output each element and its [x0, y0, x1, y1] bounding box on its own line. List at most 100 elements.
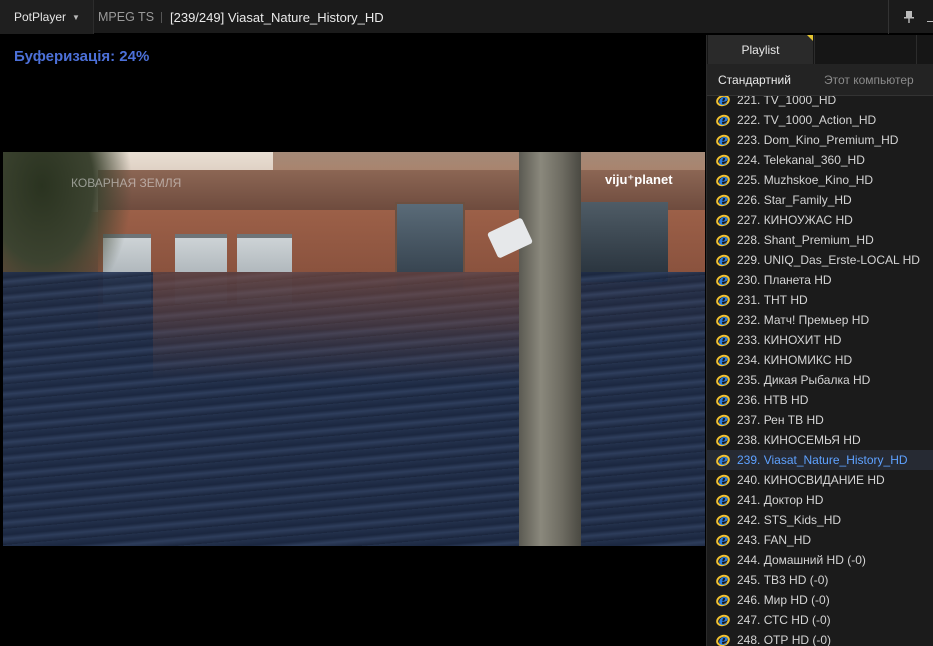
playlist-item[interactable]: e 248. ОТР HD (-0): [707, 630, 933, 646]
app-name: PotPlayer: [14, 10, 67, 24]
subtab-standard[interactable]: Стандартний: [718, 64, 791, 96]
internet-explorer-icon: e: [714, 192, 732, 209]
format-label: MPEG TS: [98, 10, 155, 24]
video-utility-pole: [519, 152, 581, 546]
video-water-reflection: [153, 272, 533, 382]
playlist-item[interactable]: e 221. TV_1000_HD: [707, 96, 933, 110]
playlist-item[interactable]: e 225. Muzhskoe_Kino_HD: [707, 170, 933, 190]
playlist-item[interactable]: e 227. КИНОУЖАС HD: [707, 210, 933, 230]
internet-explorer-icon: e: [714, 392, 732, 409]
playlist-item[interactable]: e 244. Домашний HD (-0): [707, 550, 933, 570]
playlist-item-label: 236. НТВ HD: [737, 393, 809, 407]
playlist-item-label: 243. FAN_HD: [737, 533, 812, 547]
playlist-item-label: 244. Домашний HD (-0): [737, 553, 866, 567]
internet-explorer-icon: e: [714, 632, 732, 646]
playlist-item[interactable]: e 237. Рен ТВ HD: [707, 410, 933, 430]
playlist-item[interactable]: e 223. Dom_Kino_Premium_HD: [707, 130, 933, 150]
internet-explorer-icon: e: [714, 572, 732, 589]
internet-explorer-icon: e: [714, 332, 732, 349]
internet-explorer-icon: e: [714, 432, 732, 449]
playlist-item[interactable]: e 224. Telekanal_360_HD: [707, 150, 933, 170]
playlist-item[interactable]: e 234. КИНОМИКС HD: [707, 350, 933, 370]
playlist-item[interactable]: e 238. КИНОСЕМЬЯ HD: [707, 430, 933, 450]
playlist-item[interactable]: e 241. Доктор HD: [707, 490, 933, 510]
chevron-down-icon: ▼: [72, 12, 80, 22]
internet-explorer-icon: e: [714, 452, 732, 469]
subtab-this-computer[interactable]: Этот компьютер: [824, 64, 914, 96]
playlist-item[interactable]: e 240. КИНОСВИДАНИЕ HD: [707, 470, 933, 490]
title-separator: [161, 12, 162, 23]
internet-explorer-icon: e: [714, 96, 732, 109]
playlist-item-label: 238. КИНОСЕМЬЯ HD: [737, 433, 861, 447]
title-bar: PotPlayer ▼ MPEG TS [239/249] Viasat_Nat…: [0, 0, 933, 34]
playlist-item-label: 226. Star_Family_HD: [737, 193, 852, 207]
playlist-item-label: 240. КИНОСВИДАНИЕ HD: [737, 473, 885, 487]
playlist-item-label: 233. КИНОХИТ HD: [737, 333, 842, 347]
playlist-item[interactable]: e 242. STS_Kids_HD: [707, 510, 933, 530]
playlist-item[interactable]: e 228. Shant_Premium_HD: [707, 230, 933, 250]
internet-explorer-icon: e: [714, 252, 732, 269]
playlist-item-label: 231. ТНТ HD: [737, 293, 808, 307]
internet-explorer-icon: e: [714, 132, 732, 149]
playlist-item[interactable]: e 247. СТС HD (-0): [707, 610, 933, 630]
playlist-rows: e 221. TV_1000_HD e 222. TV_1000_Action_HD e…: [707, 96, 933, 646]
internet-explorer-icon: e: [714, 592, 732, 609]
playlist-item-label: 225. Muzhskoe_Kino_HD: [737, 173, 874, 187]
playlist-item-label: 223. Dom_Kino_Premium_HD: [737, 133, 899, 147]
internet-explorer-icon: e: [714, 472, 732, 489]
internet-explorer-icon: e: [714, 272, 732, 289]
internet-explorer-icon: e: [714, 312, 732, 329]
tab-playlist[interactable]: Playlist: [708, 35, 813, 64]
playlist-item-label: 232. Матч! Премьер HD: [737, 313, 870, 327]
playlist-item[interactable]: e 239. Viasat_Nature_History_HD: [707, 450, 933, 470]
internet-explorer-icon: e: [714, 412, 732, 429]
app-menu-button[interactable]: PotPlayer ▼: [0, 0, 94, 34]
playlist-item[interactable]: e 233. КИНОХИТ HD: [707, 330, 933, 350]
playlist-item[interactable]: e 245. ТВ3 HD (-0): [707, 570, 933, 590]
playlist-item-label: 227. КИНОУЖАС HD: [737, 213, 853, 227]
panel-tab-row: Playlist: [707, 35, 933, 64]
playlist-item[interactable]: e 236. НТВ HD: [707, 390, 933, 410]
playlist-panel: Playlist Стандартний Этот компьютер e 221…: [706, 35, 933, 646]
window-controls: [888, 0, 933, 34]
internet-explorer-icon: e: [714, 612, 732, 629]
playlist-item[interactable]: e 231. ТНТ HD: [707, 290, 933, 310]
playlist-item-label: 234. КИНОМИКС HD: [737, 353, 853, 367]
playlist-list[interactable]: e 221. TV_1000_HD e 222. TV_1000_Action_HD e…: [707, 96, 933, 646]
playlist-item-label: 241. Доктор HD: [737, 493, 824, 507]
internet-explorer-icon: e: [714, 552, 732, 569]
video-frame[interactable]: КОВАРНАЯ ЗЕМЛЯ viju⁺planet: [3, 152, 705, 546]
playlist-item-label: 224. Telekanal_360_HD: [737, 153, 865, 167]
playlist-item-label: 222. TV_1000_Action_HD: [737, 113, 877, 127]
internet-explorer-icon: e: [714, 232, 732, 249]
internet-explorer-icon: e: [714, 152, 732, 169]
tab-empty[interactable]: [814, 35, 917, 64]
playlist-item[interactable]: e 229. UNIQ_Das_Erste-LOCAL HD: [707, 250, 933, 270]
channel-logo: viju⁺planet: [605, 172, 673, 187]
video-area[interactable]: Буферизація: 24% КОВАРНАЯ ЗЕМЛЯ viju⁺pla…: [0, 35, 706, 646]
playlist-item-label: 221. TV_1000_HD: [737, 96, 837, 107]
playlist-item[interactable]: e 246. Мир HD (-0): [707, 590, 933, 610]
video-window: [578, 202, 668, 282]
playlist-item[interactable]: e 226. Star_Family_HD: [707, 190, 933, 210]
pin-icon[interactable]: [903, 11, 915, 23]
internet-explorer-icon: e: [714, 112, 732, 129]
minimize-icon[interactable]: [927, 21, 933, 22]
internet-explorer-icon: e: [714, 212, 732, 229]
playlist-item-label: 248. ОТР HD (-0): [737, 633, 832, 646]
playlist-item[interactable]: e 230. Планета HD: [707, 270, 933, 290]
playlist-subtabs: Стандартний Этот компьютер: [707, 64, 933, 96]
playlist-item[interactable]: e 243. FAN_HD: [707, 530, 933, 550]
playlist-item-label: 245. ТВ3 HD (-0): [737, 573, 829, 587]
playlist-item-label: 230. Планета HD: [737, 273, 832, 287]
playlist-item-label: 246. Мир HD (-0): [737, 593, 830, 607]
internet-explorer-icon: e: [714, 532, 732, 549]
tab-corner-marker: [807, 35, 813, 41]
playlist-item[interactable]: e 222. TV_1000_Action_HD: [707, 110, 933, 130]
playlist-item-label: 228. Shant_Premium_HD: [737, 233, 874, 247]
internet-explorer-icon: e: [714, 172, 732, 189]
playlist-item[interactable]: e 232. Матч! Премьер HD: [707, 310, 933, 330]
playlist-item[interactable]: e 235. Дикая Рыбалка HD: [707, 370, 933, 390]
playlist-item-label: 242. STS_Kids_HD: [737, 513, 842, 527]
playlist-item-label: 229. UNIQ_Das_Erste-LOCAL HD: [737, 253, 920, 267]
